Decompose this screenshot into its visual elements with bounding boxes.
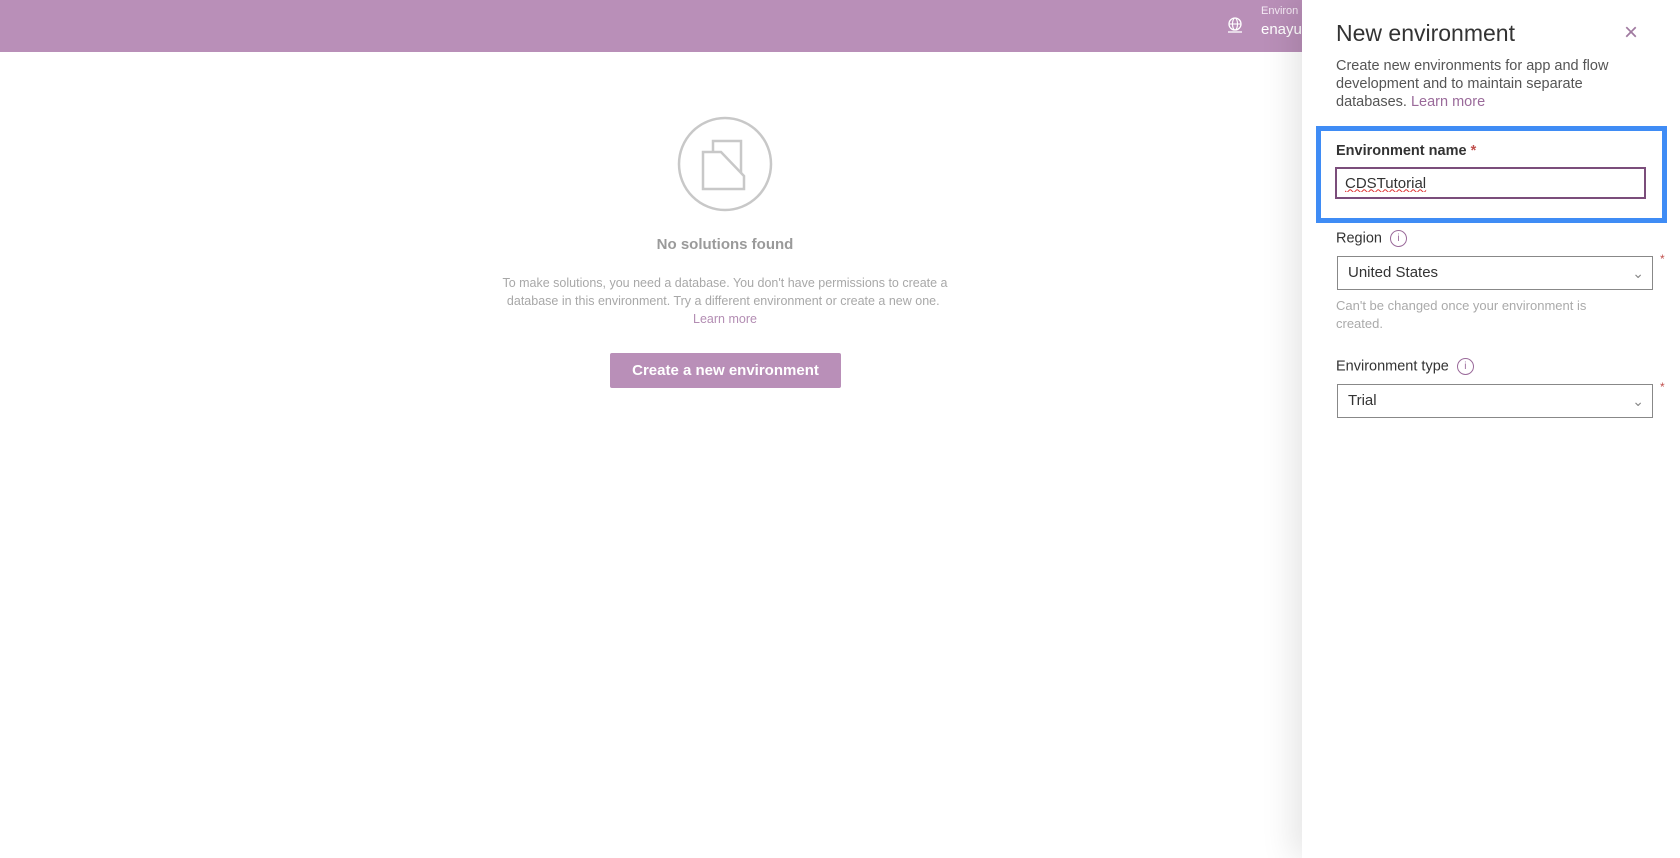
create-environment-button[interactable]: Create a new environment [610, 353, 841, 388]
required-mark: * [1470, 143, 1477, 159]
required-mark: * [1660, 380, 1665, 394]
region-value: United States [1348, 264, 1439, 281]
panel-learn-more-link[interactable]: Learn more [1411, 94, 1485, 110]
new-environment-panel: New environment × Create new environment… [1302, 0, 1680, 858]
environment-name-label: Environment name * [1336, 143, 1476, 159]
globe-icon [1228, 17, 1242, 33]
region-help-text: Can't be changed once your environment i… [1336, 298, 1587, 331]
info-icon[interactable]: i [1389, 230, 1407, 247]
chevron-down-icon: ⌄ [1632, 265, 1644, 281]
required-mark: * [1660, 252, 1665, 266]
empty-description: To make solutions, you need a database. … [500, 274, 950, 328]
panel-description: Create new environments for app and flow… [1336, 57, 1636, 111]
type-value: Trial [1348, 392, 1377, 409]
empty-title: No solutions found [656, 236, 794, 253]
empty-text: To make solutions, you need a database. … [502, 276, 948, 308]
panel-title: New environment [1336, 20, 1515, 46]
solution-folder-icon [677, 116, 773, 212]
region-label: Region i [1336, 230, 1407, 247]
chevron-down-icon: ⌄ [1632, 393, 1644, 409]
close-icon[interactable]: × [1620, 21, 1642, 45]
region-label-text: Region [1336, 230, 1382, 247]
info-icon[interactable]: i [1456, 358, 1474, 375]
environment-type-label: Environment type i [1336, 358, 1474, 375]
environment-picker[interactable]: enayu [1261, 21, 1302, 38]
type-label-text: Environment type [1336, 358, 1449, 375]
environment-name-input[interactable] [1335, 167, 1646, 199]
environment-type-dropdown[interactable]: Trial ⌄ [1337, 384, 1653, 418]
name-label-text: Environment name [1336, 143, 1467, 159]
region-dropdown[interactable]: United States ⌄ [1337, 256, 1653, 290]
learn-more-link[interactable]: Learn more [693, 312, 757, 326]
environment-caption: Environ [1261, 5, 1299, 17]
